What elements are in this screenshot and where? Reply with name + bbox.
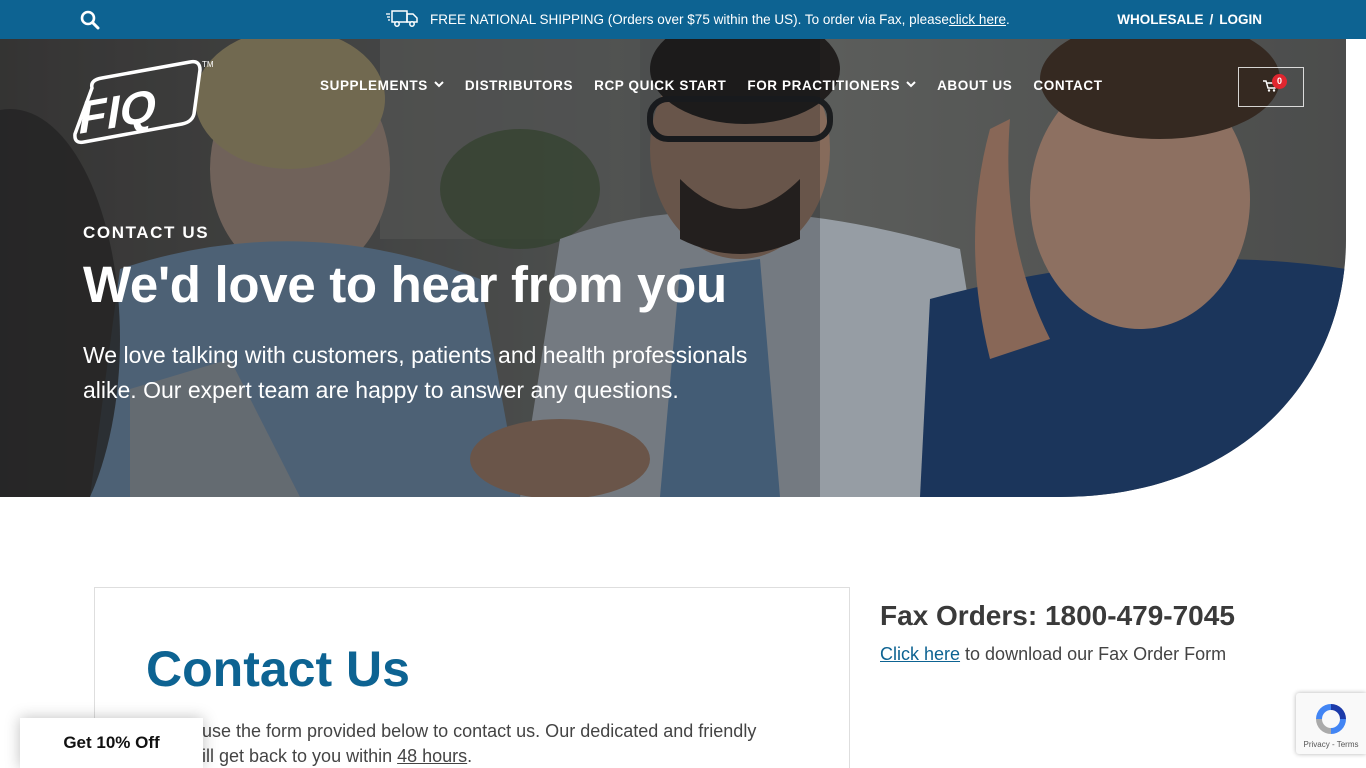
- cart-count-badge: 0: [1272, 74, 1287, 89]
- top-announcement-bar: FREE NATIONAL SHIPPING (Orders over $75 …: [0, 0, 1366, 39]
- nav-label: CONTACT: [1033, 78, 1103, 93]
- response-time-link[interactable]: 48 hours: [397, 746, 467, 766]
- login-link[interactable]: LOGIN: [1219, 12, 1262, 27]
- nav-item-distributors[interactable]: DISTRIBUTORS: [465, 78, 573, 93]
- fax-orders-section: Fax Orders: 1800-479-7045 Click here to …: [880, 600, 1235, 665]
- account-separator: /: [1209, 12, 1214, 27]
- svg-text:TM: TM: [202, 60, 214, 69]
- nav-item-about-us[interactable]: ABOUT US: [937, 78, 1012, 93]
- cart-button[interactable]: 0: [1238, 67, 1304, 107]
- contact-title: Contact Us: [146, 641, 410, 697]
- wholesale-link[interactable]: WHOLESALE: [1117, 12, 1203, 27]
- nav-item-rcp-quick-start[interactable]: RCP QUICK START: [594, 78, 726, 93]
- hero-subtext: We love talking with customers, patients…: [83, 342, 748, 403]
- fiq-logo[interactable]: FIQ TM: [72, 58, 217, 146]
- hero-headline: We'd love to hear from you: [83, 256, 727, 313]
- contact-card: Contact Us use the form provided below t…: [94, 587, 850, 768]
- contact-intro-line2: ill get back to you within 48 hours.: [202, 746, 472, 767]
- discount-promo-button[interactable]: Get 10% Off: [20, 718, 203, 768]
- fax-form-text: to download our Fax Order Form: [960, 644, 1227, 664]
- chevron-down-icon: [434, 80, 444, 91]
- svg-text:FIQ: FIQ: [78, 79, 157, 143]
- hero-eyebrow: CONTACT US: [83, 223, 210, 242]
- nav-item-contact[interactable]: CONTACT: [1033, 78, 1102, 93]
- contact-intro-line1: use the form provided below to contact u…: [202, 721, 757, 741]
- account-links: WHOLESALE / LOGIN: [1117, 0, 1262, 39]
- recaptcha-badge[interactable]: Privacy - Terms: [1296, 693, 1366, 754]
- contact-intro-text: ill get back to you within: [202, 746, 398, 766]
- shipping-notice: FREE NATIONAL SHIPPING (Orders over $75 …: [386, 0, 1010, 39]
- shipping-text-end: .: [1005, 12, 1010, 27]
- contact-intro-end: .: [467, 746, 473, 766]
- nav-label: RCP QUICK START: [594, 78, 727, 93]
- fax-order-link[interactable]: click here: [949, 12, 1006, 27]
- nav-item-for-practitioners[interactable]: FOR PRACTITIONERS: [747, 78, 916, 93]
- nav-label: ABOUT US: [937, 78, 1013, 93]
- fax-form-download-link[interactable]: Click here: [880, 644, 960, 664]
- recaptcha-links[interactable]: Privacy - Terms: [1300, 740, 1362, 749]
- chevron-down-icon: [906, 80, 916, 91]
- nav-label: FOR PRACTITIONERS: [747, 78, 901, 93]
- recaptcha-icon: [1313, 701, 1349, 737]
- shipping-text: FREE NATIONAL SHIPPING (Orders over $75 …: [430, 12, 949, 27]
- main-navigation: SUPPLEMENTS DISTRIBUTORS RCP QUICK START…: [320, 78, 1124, 93]
- nav-label: DISTRIBUTORS: [464, 78, 574, 93]
- search-icon[interactable]: [80, 10, 100, 30]
- nav-item-supplements[interactable]: SUPPLEMENTS: [320, 78, 444, 93]
- fax-form-line: Click here to download our Fax Order For…: [880, 644, 1235, 665]
- nav-label: SUPPLEMENTS: [320, 78, 428, 93]
- truck-icon: [386, 8, 430, 31]
- fax-orders-title: Fax Orders: 1800-479-7045: [880, 600, 1235, 631]
